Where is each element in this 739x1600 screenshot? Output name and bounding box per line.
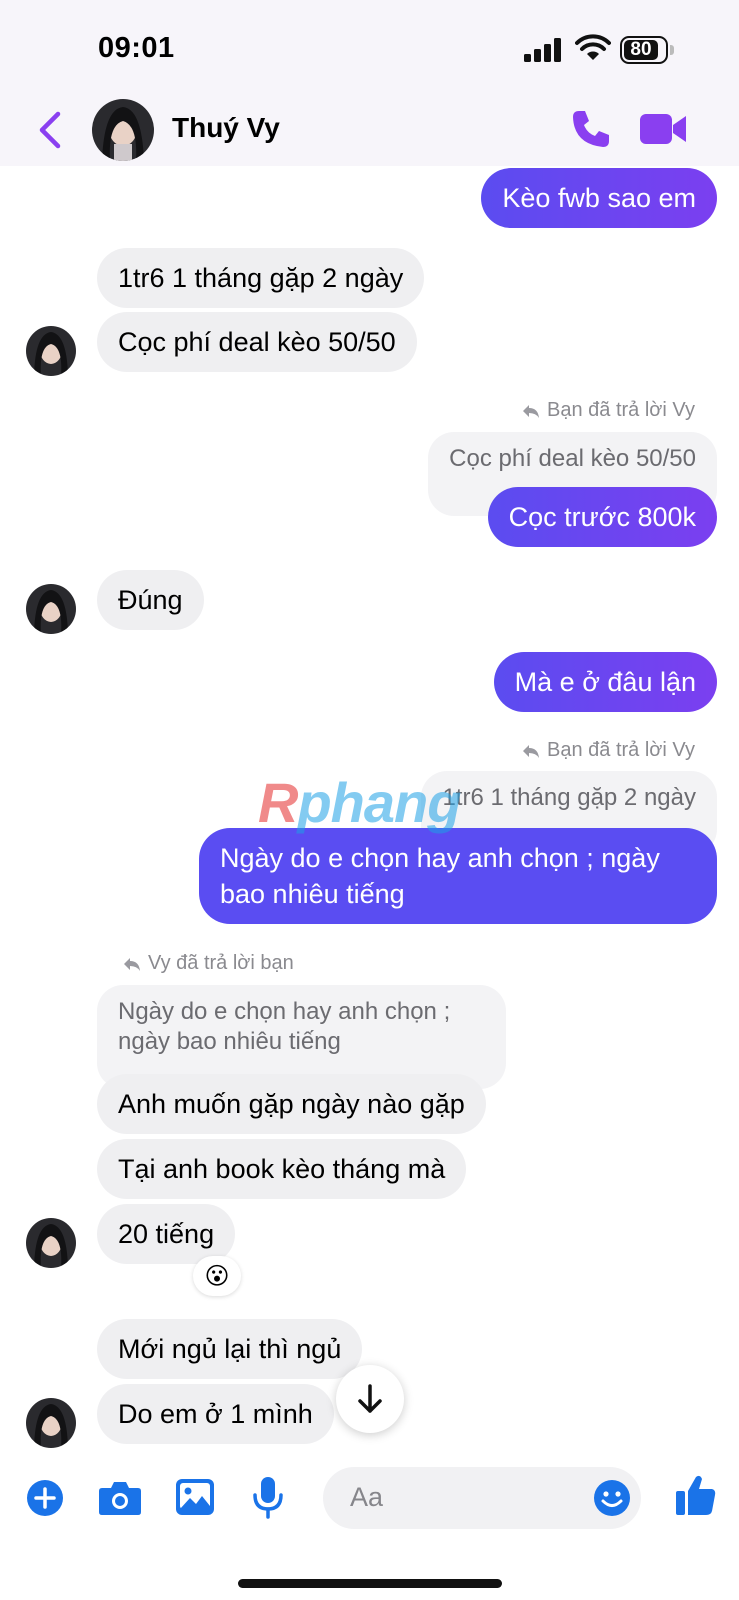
quoted-line: Ngày do e chọn hay anh chọn ; (118, 998, 451, 1025)
incoming-message[interactable]: Mới ngủ lại thì ngủ (97, 1319, 363, 1379)
quoted-line: ngày bao nhiêu tiếng (118, 1028, 341, 1055)
arrow-down-icon (358, 1384, 382, 1413)
incoming-message[interactable]: Do em ở 1 mình (97, 1384, 334, 1444)
avatar-photo-icon (26, 1218, 76, 1268)
outgoing-message[interactable]: Mà e ở đâu lận (493, 652, 717, 712)
avatar-photo-icon (26, 584, 76, 634)
reply-indicator: Bạn đã trả lời Vy (521, 739, 695, 762)
outgoing-message[interactable]: Cọc trước 800k (487, 487, 717, 547)
reply-indicator: Vy đã trả lời bạn (122, 952, 294, 975)
camera-icon[interactable] (98, 1480, 142, 1516)
reply-arrow-icon (523, 404, 539, 418)
scroll-to-bottom-button[interactable] (336, 1365, 404, 1433)
phone-call-icon[interactable] (570, 108, 612, 150)
wifi-icon (575, 34, 611, 60)
message-reaction[interactable]: 😮 (193, 1256, 241, 1296)
status-time: 09:01 (98, 32, 175, 64)
avatar-photo-icon (92, 99, 154, 161)
contact-avatar[interactable] (92, 99, 154, 161)
incoming-message[interactable]: Tại anh book kèo tháng mà (97, 1139, 467, 1199)
back-chevron-icon[interactable] (36, 108, 66, 152)
battery-tip (670, 45, 674, 55)
incoming-message[interactable]: 20 tiếng (97, 1204, 236, 1264)
incoming-message[interactable]: Đúng (97, 570, 204, 630)
video-call-icon[interactable] (640, 110, 688, 148)
home-indicator (238, 1579, 502, 1588)
incoming-message[interactable]: Anh muốn gặp ngày nào gặp (97, 1074, 486, 1134)
battery-level: 80 (624, 40, 658, 60)
surprised-emoji-icon: 😮 (204, 1262, 230, 1290)
reply-arrow-icon (124, 957, 140, 971)
outgoing-message[interactable]: Ngày do e chọn hay anh chọn ; ngày bao n… (199, 828, 717, 924)
sender-avatar (26, 1398, 76, 1448)
sender-avatar (26, 584, 76, 634)
message-line: bao nhiêu tiếng (220, 879, 405, 909)
sender-avatar (26, 326, 76, 376)
message-line: Ngày do e chọn hay anh chọn ; ngày (220, 843, 660, 873)
message-input-placeholder: Aa (350, 1482, 384, 1512)
reply-arrow-icon (523, 744, 539, 758)
thumbs-up-icon[interactable] (675, 1473, 717, 1517)
microphone-icon[interactable] (252, 1475, 284, 1519)
emoji-icon[interactable] (593, 1479, 631, 1517)
reply-indicator: Bạn đã trả lời Vy (521, 399, 695, 422)
avatar-photo-icon (26, 326, 76, 376)
avatar-photo-icon (26, 1398, 76, 1448)
sender-avatar (26, 1218, 76, 1268)
watermark-logo: Rphang (258, 771, 461, 834)
reply-note-text: Vy đã trả lời bạn (148, 952, 294, 974)
incoming-message[interactable]: Cọc phí deal kèo 50/50 (97, 312, 417, 372)
cellular-signal-icon (524, 38, 561, 62)
outgoing-message[interactable]: Kèo fwb sao em (481, 168, 717, 228)
contact-name[interactable]: Thuý Vy (172, 112, 280, 144)
reply-note-text: Bạn đã trả lời Vy (547, 739, 695, 761)
battery-indicator: 80 (620, 36, 668, 64)
reply-note-text: Bạn đã trả lời Vy (547, 399, 695, 421)
gallery-icon[interactable] (175, 1478, 215, 1516)
plus-icon[interactable] (26, 1479, 64, 1517)
incoming-message[interactable]: 1tr6 1 tháng gặp 2 ngày (97, 248, 425, 308)
